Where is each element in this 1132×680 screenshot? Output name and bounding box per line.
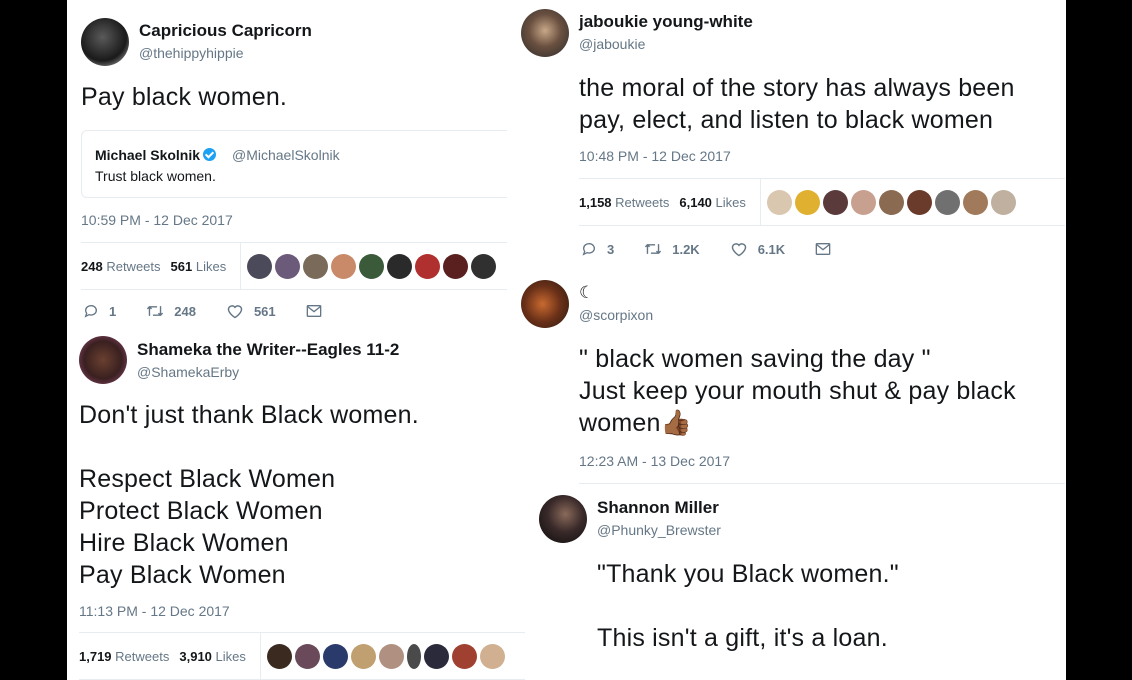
like-button[interactable]: 6.1K: [730, 241, 785, 257]
tweet-capricious-capricorn: Capricious Capricorn @thehippyhippie Pay…: [67, 0, 527, 330]
like-count[interactable]: 6,140 Likes: [679, 195, 746, 210]
display-name[interactable]: Shannon Miller: [597, 498, 719, 518]
engagement-stats: 1,719 Retweets 3,910 Likes: [79, 632, 537, 680]
liker-avatar[interactable]: [266, 643, 292, 669]
liker-avatar[interactable]: [990, 189, 1016, 215]
tweet-text: "Thank you Black women." This isn't a gi…: [597, 560, 899, 652]
direct-message-button[interactable]: [815, 242, 841, 256]
reply-icon: [84, 305, 97, 318]
tweet-separator: [579, 483, 1065, 484]
avatar[interactable]: [521, 9, 569, 57]
heart-icon: [227, 305, 243, 319]
liker-avatar[interactable]: [406, 643, 421, 669]
user-handle[interactable]: @ShamekaErby: [137, 364, 239, 380]
liker-avatar[interactable]: [415, 253, 441, 279]
liker-avatar[interactable]: [766, 189, 792, 215]
engagement-stats: 248 Retweets 561 Likes: [81, 242, 521, 290]
liker-avatar[interactable]: [443, 253, 469, 279]
liker-avatar[interactable]: [479, 643, 505, 669]
liker-avatar[interactable]: [423, 643, 449, 669]
reply-icon: [582, 243, 595, 256]
envelope-icon: [306, 305, 321, 317]
retweet-count[interactable]: 248 Retweets: [81, 259, 161, 274]
liker-avatar[interactable]: [451, 643, 477, 669]
display-name[interactable]: jaboukie young-white: [579, 12, 753, 32]
quoted-tweet-text: Trust black women.: [95, 168, 216, 184]
tweet-text: Pay black women.: [81, 83, 288, 111]
retweet-count[interactable]: 1,158 Retweets: [579, 195, 669, 210]
user-handle[interactable]: @Phunky_Brewster: [597, 522, 721, 538]
retweet-count[interactable]: 1,719 Retweets: [79, 649, 169, 664]
liker-avatars: [766, 189, 1016, 215]
stats-divider: [240, 243, 242, 289]
liker-avatar[interactable]: [350, 643, 376, 669]
stats-divider: [259, 633, 261, 679]
direct-message-button[interactable]: [306, 304, 332, 318]
reply-button[interactable]: 3: [581, 241, 614, 257]
quoted-author-name: Michael Skolnik: [95, 147, 219, 163]
envelope-icon: [815, 243, 831, 255]
liker-avatar[interactable]: [471, 253, 497, 279]
retweet-button[interactable]: 248: [146, 303, 196, 319]
user-handle[interactable]: @thehippyhippie: [139, 45, 244, 61]
avatar[interactable]: [539, 495, 587, 543]
tweet-text: " black women saving the day " Just keep…: [579, 343, 1016, 439]
tweet-jaboukie: jaboukie young-white @jaboukie the moral…: [507, 0, 1066, 270]
liker-avatar[interactable]: [850, 189, 876, 215]
timestamp[interactable]: 10:59 PM - 12 Dec 2017: [81, 212, 233, 228]
thumbs-up-emoji-icon: 👍🏾: [660, 409, 692, 437]
liker-avatar[interactable]: [934, 189, 960, 215]
retweet-icon: [645, 243, 662, 255]
retweet-icon: [147, 305, 164, 317]
retweet-button[interactable]: 1.2K: [644, 241, 700, 257]
like-count[interactable]: 561 Likes: [171, 259, 227, 274]
like-button[interactable]: 561: [226, 303, 276, 319]
display-name[interactable]: ☾: [579, 283, 594, 303]
avatar[interactable]: [79, 336, 127, 384]
liker-avatar[interactable]: [822, 189, 848, 215]
timestamp[interactable]: 11:13 PM - 12 Dec 2017: [79, 603, 230, 619]
tweet-text: Don't just thank Black women. Respect Bl…: [79, 401, 419, 589]
quoted-tweet[interactable]: Michael Skolnik @MichaelSkolnik Trust bl…: [81, 130, 521, 198]
timestamp[interactable]: 12:23 AM - 13 Dec 2017: [579, 453, 730, 469]
tweet-actions: 3 1.2K 6.1K: [581, 241, 871, 257]
engagement-stats: 1,158 Retweets 6,140 Likes: [579, 178, 1065, 226]
avatar[interactable]: [521, 280, 569, 328]
liker-avatar[interactable]: [962, 189, 988, 215]
liker-avatar[interactable]: [794, 189, 820, 215]
liker-avatar[interactable]: [247, 253, 273, 279]
liker-avatar[interactable]: [275, 253, 301, 279]
display-name[interactable]: Capricious Capricorn: [139, 21, 312, 41]
user-handle[interactable]: @jaboukie: [579, 36, 645, 52]
liker-avatar[interactable]: [387, 253, 413, 279]
liker-avatar[interactable]: [322, 643, 348, 669]
tweet-actions: 1 248 561: [83, 303, 362, 319]
liker-avatar[interactable]: [303, 253, 329, 279]
liker-avatars: [247, 253, 497, 279]
verified-badge-icon: [203, 148, 217, 161]
screenshot-collage: Capricious Capricorn @thehippyhippie Pay…: [67, 0, 1066, 680]
tweet-text-content: " black women saving the day " Just keep…: [579, 345, 1016, 437]
liker-avatar[interactable]: [906, 189, 932, 215]
tweet-text: the moral of the story has always been p…: [579, 74, 1015, 134]
liker-avatars: [266, 643, 505, 669]
tweet-shameka-erby: Shameka the Writer--Eagles 11-2 @Shameka…: [67, 330, 537, 680]
liker-avatar[interactable]: [331, 253, 357, 279]
timestamp[interactable]: 10:48 PM - 12 Dec 2017: [579, 148, 731, 164]
display-name[interactable]: Shameka the Writer--Eagles 11-2: [137, 340, 399, 360]
stats-divider: [759, 179, 761, 225]
tweet-scorpixon: ☾ @scorpixon " black women saving the da…: [507, 270, 1066, 485]
avatar[interactable]: [81, 18, 129, 66]
liker-avatar[interactable]: [294, 643, 320, 669]
quoted-author-handle: @MichaelSkolnik: [232, 147, 340, 163]
liker-avatar[interactable]: [878, 189, 904, 215]
user-handle[interactable]: @scorpixon: [579, 307, 653, 323]
liker-avatar[interactable]: [378, 643, 404, 669]
heart-icon: [731, 243, 746, 257]
tweet-shannon-miller: Shannon Miller @Phunky_Brewster "Thank y…: [525, 487, 1066, 680]
reply-button[interactable]: 1: [83, 303, 116, 319]
liker-avatar[interactable]: [359, 253, 385, 279]
like-count[interactable]: 3,910 Likes: [179, 649, 246, 664]
